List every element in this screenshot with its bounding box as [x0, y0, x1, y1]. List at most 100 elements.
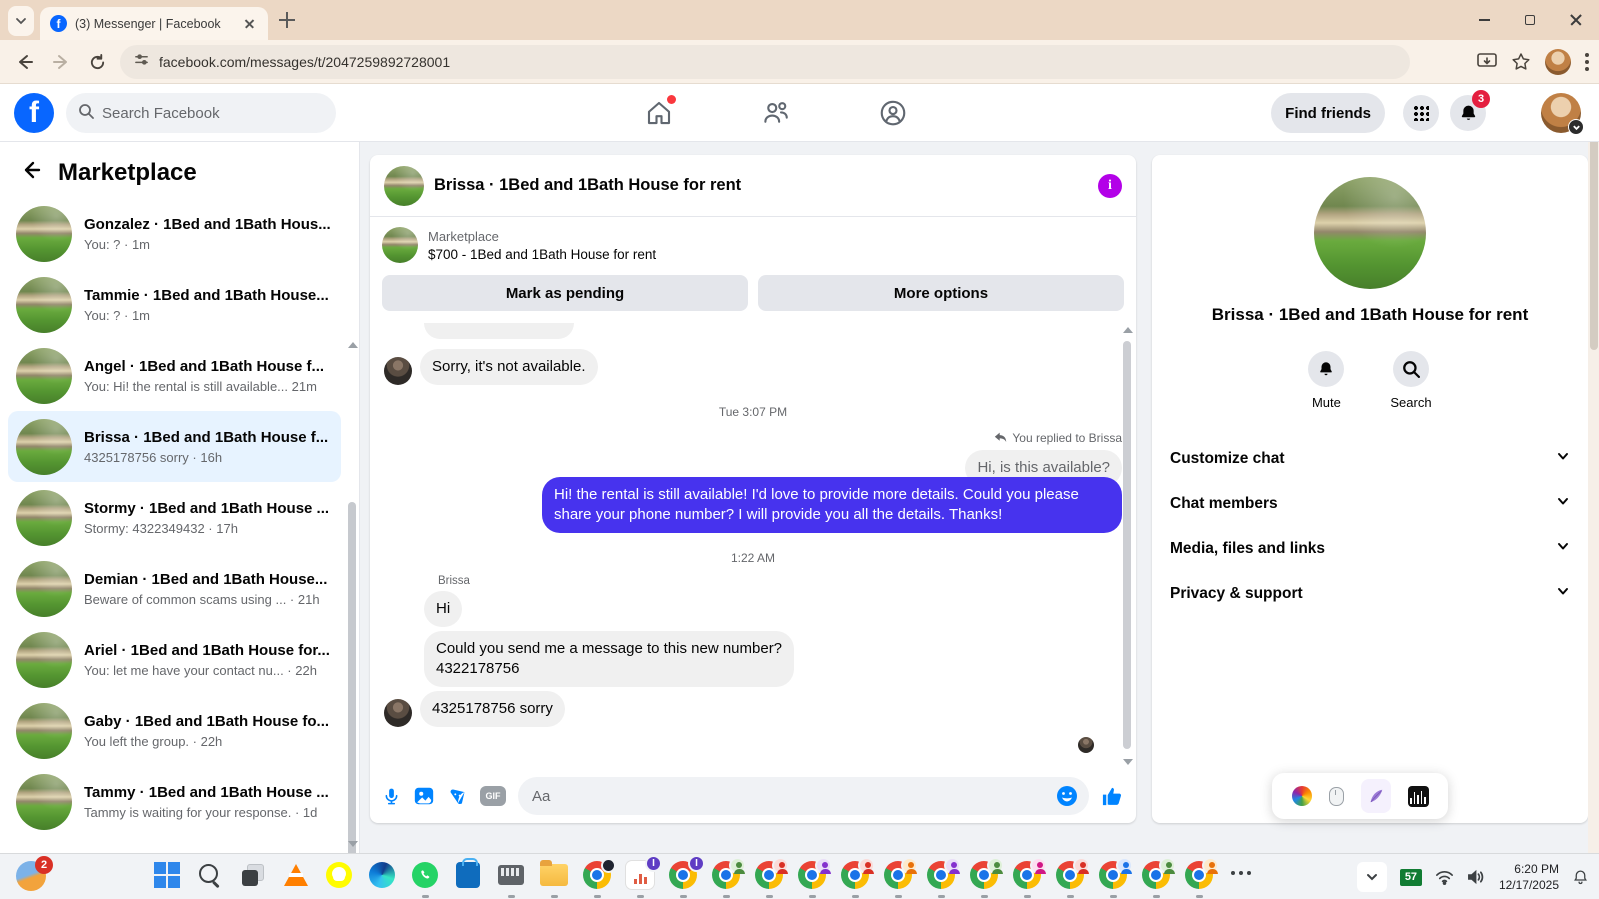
conversation-item[interactable]: Tammie · 1Bed and 1Bath House... You: ? …	[8, 269, 341, 340]
details-section-row[interactable]: Customize chat	[1152, 436, 1588, 481]
groups-tab[interactable]	[878, 98, 908, 128]
bar-chart-icon[interactable]	[1407, 785, 1429, 807]
snapchat-app[interactable]	[324, 860, 354, 898]
conversation-item[interactable]: Angel · 1Bed and 1Bath House f... You: H…	[8, 340, 341, 411]
details-section-row[interactable]: Media, files and links	[1152, 526, 1588, 571]
home-tab[interactable]	[644, 95, 676, 128]
whatsapp-app[interactable]	[410, 860, 440, 898]
back-arrow-icon[interactable]	[18, 158, 42, 187]
stats-app-window[interactable]: I	[625, 855, 662, 898]
microsoft-store-app[interactable]	[453, 858, 483, 898]
notifications-button[interactable]: 3	[1450, 90, 1490, 131]
incoming-message-bubble[interactable]: Hi	[424, 590, 463, 627]
chrome-window[interactable]	[1098, 857, 1133, 898]
bookmark-star-icon[interactable]	[1511, 52, 1531, 72]
page-scrollbar[interactable]	[1588, 84, 1599, 853]
conversation-item[interactable]: Tammy · 1Bed and 1Bath House ... Tammy i…	[8, 766, 341, 837]
file-explorer-app[interactable]	[539, 860, 569, 898]
incoming-message-bubble[interactable]: Could you send me a message to this new …	[424, 630, 795, 687]
browser-profile-avatar[interactable]	[1545, 49, 1571, 75]
incoming-message-bubble[interactable]: 4325178756 sorry	[420, 690, 565, 727]
conversation-item[interactable]: Gaby · 1Bed and 1Bath House fo... You le…	[8, 695, 341, 766]
chrome-window[interactable]	[926, 857, 961, 898]
chrome-window[interactable]	[797, 857, 832, 898]
hidden-icons-button[interactable]	[1356, 862, 1387, 892]
task-view-button[interactable]	[238, 860, 268, 898]
find-friends-button[interactable]: Find friends	[1271, 93, 1385, 133]
chrome-window[interactable]	[1184, 857, 1219, 898]
friends-tab[interactable]	[761, 98, 791, 128]
start-button[interactable]	[152, 860, 182, 898]
minimize-button[interactable]	[1461, 0, 1507, 40]
like-button[interactable]	[1101, 785, 1124, 808]
taskbar-search-button[interactable]	[195, 860, 225, 898]
sidebar-scrollbar[interactable]	[346, 342, 358, 899]
facebook-logo[interactable]: f	[14, 93, 54, 133]
scroll-down-arrow-icon[interactable]	[348, 841, 358, 847]
color-wheel-icon[interactable]	[1291, 786, 1312, 806]
new-tab-button[interactable]	[278, 11, 296, 29]
chat-scrollbar[interactable]	[1121, 327, 1133, 765]
scroll-up-arrow-icon[interactable]	[1123, 327, 1133, 333]
taskbar-clock[interactable]: 6:20 PM 12/17/2025	[1499, 861, 1559, 893]
maximize-button[interactable]	[1507, 0, 1553, 40]
details-section-row[interactable]: Chat members	[1152, 481, 1588, 526]
chrome-window[interactable]	[754, 857, 789, 898]
message-input[interactable]	[518, 777, 1089, 815]
chrome-window[interactable]	[1055, 857, 1090, 898]
touch-keyboard-button[interactable]	[496, 860, 526, 898]
wifi-icon[interactable]	[1435, 869, 1454, 885]
forward-button[interactable]	[48, 49, 74, 75]
chat-info-icon[interactable]: i	[1098, 173, 1122, 198]
chat-title[interactable]: Brissa · 1Bed and 1Bath House for rent	[434, 176, 1088, 195]
outgoing-message-bubble[interactable]: Hi! the rental is still available! I'd l…	[542, 476, 1122, 533]
browser-menu-icon[interactable]	[1585, 53, 1589, 71]
chrome-window[interactable]	[840, 857, 875, 898]
conversation-item[interactable]: Demian · 1Bed and 1Bath House... Beware …	[8, 553, 341, 624]
apps-menu-button[interactable]	[1403, 95, 1439, 131]
chrome-window[interactable]	[582, 858, 616, 898]
mouse-icon[interactable]	[1328, 786, 1344, 806]
chrome-window[interactable]	[969, 857, 1004, 898]
search-in-chat-button[interactable]: Search	[1390, 351, 1432, 410]
install-app-icon[interactable]	[1477, 53, 1497, 71]
incoming-message-bubble[interactable]: Sorry, it's not available.	[420, 349, 598, 385]
scroll-down-arrow-icon[interactable]	[1123, 759, 1133, 765]
site-settings-icon[interactable]	[134, 52, 149, 72]
feather-pen-button[interactable]	[1360, 779, 1391, 813]
chrome-window[interactable]: I	[668, 855, 705, 898]
scroll-up-arrow-icon[interactable]	[348, 342, 358, 348]
weather-widget[interactable]: 2	[16, 856, 53, 893]
chat-scrollbar-thumb[interactable]	[1123, 341, 1131, 749]
notifications-bell-icon[interactable]	[1572, 869, 1589, 886]
address-bar[interactable]: facebook.com/messages/t/2047259892728001	[120, 45, 1410, 79]
tab-search-chevron-button[interactable]	[8, 6, 34, 36]
conversation-item[interactable]: Brissa · 1Bed and 1Bath House f... 43251…	[8, 411, 341, 482]
mark-as-pending-button[interactable]: Mark as pending	[382, 275, 748, 311]
mute-button[interactable]: Mute	[1308, 351, 1345, 410]
chrome-window[interactable]	[711, 857, 746, 898]
more-options-button[interactable]: More options	[758, 275, 1124, 311]
taskbar-overflow-button[interactable]	[1227, 860, 1257, 898]
chrome-window[interactable]	[1012, 857, 1047, 898]
voice-clip-button[interactable]	[382, 787, 401, 806]
battery-indicator[interactable]: 57	[1399, 868, 1422, 886]
back-button[interactable]	[12, 49, 38, 75]
conversation-item[interactable]: Gonzalez · 1Bed and 1Bath Hous... You: ?…	[8, 198, 341, 269]
edge-app[interactable]	[367, 860, 397, 898]
chrome-window[interactable]	[883, 857, 918, 898]
account-menu-button[interactable]	[1541, 93, 1584, 135]
browser-tab[interactable]: f (3) Messenger | Facebook	[40, 7, 268, 40]
chrome-window[interactable]	[1141, 857, 1176, 898]
attach-photo-button[interactable]	[413, 785, 435, 807]
sidebar-scrollbar-thumb[interactable]	[348, 502, 356, 899]
emoji-button[interactable]	[1055, 784, 1079, 813]
vlc-app[interactable]	[281, 860, 311, 898]
gif-button[interactable]: GIF	[480, 786, 506, 806]
details-section-row[interactable]: Privacy & support	[1152, 571, 1588, 616]
reload-button[interactable]	[84, 49, 110, 75]
chat-avatar[interactable]	[384, 165, 424, 206]
tab-close-icon[interactable]	[242, 16, 258, 32]
conversation-item[interactable]: Stormy · 1Bed and 1Bath House ... Stormy…	[8, 482, 341, 553]
volume-icon[interactable]	[1467, 869, 1486, 885]
